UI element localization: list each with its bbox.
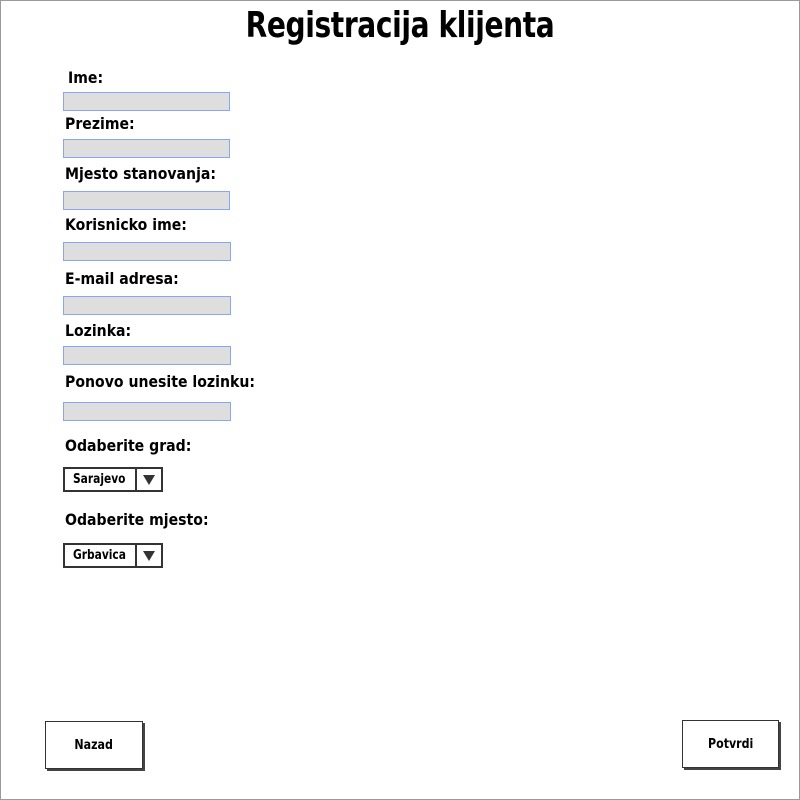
- back-button-label: Nazad: [74, 737, 114, 753]
- password-repeat-label: Ponovo unesite lozinku:: [65, 372, 255, 391]
- registration-window: Registracija klijenta Ime: Prezime: Mjes…: [0, 0, 800, 800]
- city-selected-value: Sarajevo: [73, 472, 126, 487]
- city-dropdown[interactable]: Sarajevo: [63, 467, 163, 492]
- place-dropdown[interactable]: Grbavica: [63, 543, 163, 568]
- first-name-field[interactable]: [63, 92, 230, 111]
- confirm-button-label: Potvrdi: [707, 736, 754, 752]
- residence-field[interactable]: [63, 191, 230, 210]
- password-label: Lozinka:: [65, 321, 132, 340]
- confirm-button[interactable]: Potvrdi: [682, 720, 779, 768]
- city-select-label: Odaberite grad:: [65, 436, 192, 455]
- page-title: Registracija klijenta: [245, 5, 555, 46]
- triangle-down-icon: [143, 475, 155, 485]
- last-name-field[interactable]: [63, 139, 230, 158]
- email-field[interactable]: [63, 296, 231, 315]
- place-selected-value: Grbavica: [73, 548, 126, 563]
- email-label: E-mail adresa:: [65, 269, 179, 288]
- password-repeat-field[interactable]: [63, 402, 231, 421]
- username-field[interactable]: [63, 242, 231, 261]
- username-label: Korisnicko ime:: [65, 215, 187, 234]
- place-dropdown-button[interactable]: [135, 545, 161, 566]
- last-name-label: Prezime:: [65, 114, 135, 133]
- residence-label: Mjesto stanovanja:: [65, 164, 217, 183]
- password-field[interactable]: [63, 346, 231, 365]
- first-name-label: Ime:: [68, 68, 104, 87]
- triangle-down-icon: [143, 551, 155, 561]
- place-select-label: Odaberite mjesto:: [65, 510, 209, 529]
- back-button[interactable]: Nazad: [45, 721, 143, 769]
- city-dropdown-button[interactable]: [135, 469, 161, 490]
